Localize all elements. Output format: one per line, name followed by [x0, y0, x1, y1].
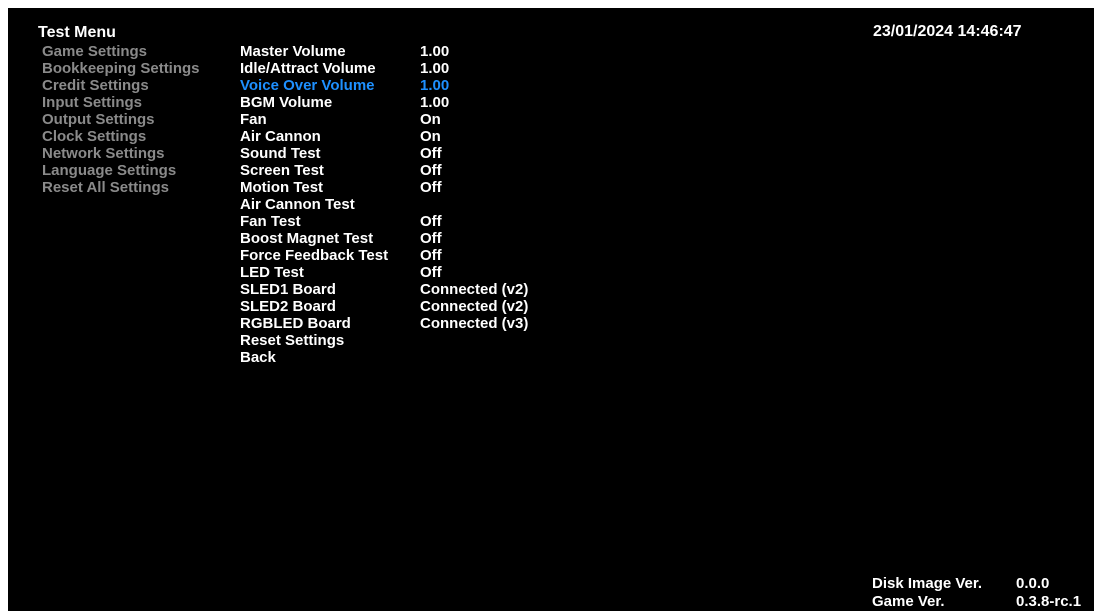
setting-row-sled2-board[interactable]: SLED2 Board Connected (v2)	[240, 298, 528, 315]
setting-row-idle-attract-volume[interactable]: Idle/Attract Volume 1.00	[240, 60, 449, 77]
setting-value: Off	[420, 145, 442, 162]
setting-value: Off	[420, 162, 442, 179]
setting-row-boost-magnet-test[interactable]: Boost Magnet Test Off	[240, 230, 442, 247]
setting-label: Air Cannon	[240, 128, 321, 145]
setting-row-voice-over-volume[interactable]: Voice Over Volume 1.00	[240, 77, 449, 94]
setting-label: Fan Test	[240, 213, 301, 230]
test-menu-screen: Test Menu 23/01/2024 14:46:47 Game Setti…	[8, 8, 1094, 611]
setting-value: 1.00	[420, 77, 450, 94]
disk-image-version-label: Disk Image Ver.	[872, 575, 983, 592]
menu-item-output-settings[interactable]: Output Settings	[42, 111, 200, 128]
setting-value: Off	[420, 213, 442, 230]
setting-value: Off	[420, 179, 442, 196]
menu-item-credit-settings[interactable]: Credit Settings	[42, 77, 200, 94]
menu-item-reset-all-settings[interactable]: Reset All Settings	[42, 179, 200, 196]
setting-label: Sound Test	[240, 145, 321, 162]
setting-value: Connected (v3)	[420, 315, 529, 332]
setting-row-air-cannon-test[interactable]: Air Cannon Test	[240, 196, 420, 213]
setting-label: Force Feedback Test	[240, 247, 389, 264]
setting-label: Reset Settings	[240, 332, 345, 349]
setting-label: Idle/Attract Volume	[240, 60, 376, 77]
setting-row-fan[interactable]: Fan On	[240, 111, 441, 128]
setting-label: Motion Test	[240, 179, 324, 196]
setting-label: LED Test	[240, 264, 304, 281]
setting-value: Connected (v2)	[420, 298, 529, 315]
setting-label: Boost Magnet Test	[240, 230, 374, 247]
datetime-display: 23/01/2024 14:46:47	[873, 23, 1022, 40]
setting-row-bgm-volume[interactable]: BGM Volume 1.00	[240, 94, 449, 111]
settings-list: Master Volume 1.00 Idle/Attract Volume 1.00…	[240, 43, 528, 366]
setting-label: SLED1 Board	[240, 281, 336, 298]
setting-value: 1.00	[420, 94, 450, 111]
setting-value: On	[420, 128, 441, 145]
setting-label: Back	[240, 349, 276, 366]
game-version-value: 0.3.8-rc.1	[1016, 593, 1082, 610]
menu-item-input-settings[interactable]: Input Settings	[42, 94, 200, 111]
setting-value: Connected (v2)	[420, 281, 529, 298]
setting-row-motion-test[interactable]: Motion Test Off	[240, 179, 442, 196]
setting-label: Screen Test	[240, 162, 324, 179]
game-version-label: Game Ver.	[872, 593, 945, 610]
setting-label: Air Cannon Test	[240, 196, 355, 213]
setting-value: 1.00	[420, 43, 450, 60]
settings-category-menu: Game Settings Bookkeeping Settings Credit …	[42, 43, 200, 196]
setting-row-master-volume[interactable]: Master Volume 1.00	[240, 43, 449, 60]
setting-row-screen-test[interactable]: Screen Test Off	[240, 162, 442, 179]
setting-row-force-feedback-test[interactable]: Force Feedback Test Off	[240, 247, 442, 264]
setting-label: RGBLED Board	[240, 315, 351, 332]
setting-row-led-test[interactable]: LED Test Off	[240, 264, 442, 281]
setting-row-fan-test[interactable]: Fan Test Off	[240, 213, 442, 230]
setting-value: Off	[420, 264, 442, 281]
setting-value: Off	[420, 230, 442, 247]
setting-value: 1.00	[420, 60, 450, 77]
menu-item-language-settings[interactable]: Language Settings	[42, 162, 200, 179]
setting-label: SLED2 Board	[240, 298, 336, 315]
setting-row-reset-settings[interactable]: Reset Settings	[240, 332, 420, 349]
menu-item-game-settings[interactable]: Game Settings	[42, 43, 200, 60]
setting-label: Voice Over Volume	[240, 77, 375, 94]
setting-value: Off	[420, 247, 442, 264]
game-version-row: Game Ver. 0.3.8-rc.1	[872, 593, 1094, 611]
disk-image-version-value: 0.0.0	[1016, 575, 1050, 592]
setting-label: BGM Volume	[240, 94, 333, 111]
menu-item-clock-settings[interactable]: Clock Settings	[42, 128, 200, 145]
menu-item-bookkeeping-settings[interactable]: Bookkeeping Settings	[42, 60, 200, 77]
setting-row-back[interactable]: Back	[240, 349, 420, 366]
setting-value: On	[420, 111, 441, 128]
setting-row-sled1-board[interactable]: SLED1 Board Connected (v2)	[240, 281, 528, 298]
setting-row-air-cannon[interactable]: Air Cannon On	[240, 128, 441, 145]
version-info: Disk Image Ver. 0.0.0 Game Ver. 0.3.8-rc…	[872, 575, 1094, 611]
page-title: Test Menu	[38, 24, 116, 41]
setting-label: Fan	[240, 111, 267, 128]
setting-row-rgbled-board[interactable]: RGBLED Board Connected (v3)	[240, 315, 528, 332]
menu-item-network-settings[interactable]: Network Settings	[42, 145, 200, 162]
setting-row-sound-test[interactable]: Sound Test Off	[240, 145, 442, 162]
setting-label: Master Volume	[240, 43, 346, 60]
disk-image-version-row: Disk Image Ver. 0.0.0	[872, 575, 1094, 593]
